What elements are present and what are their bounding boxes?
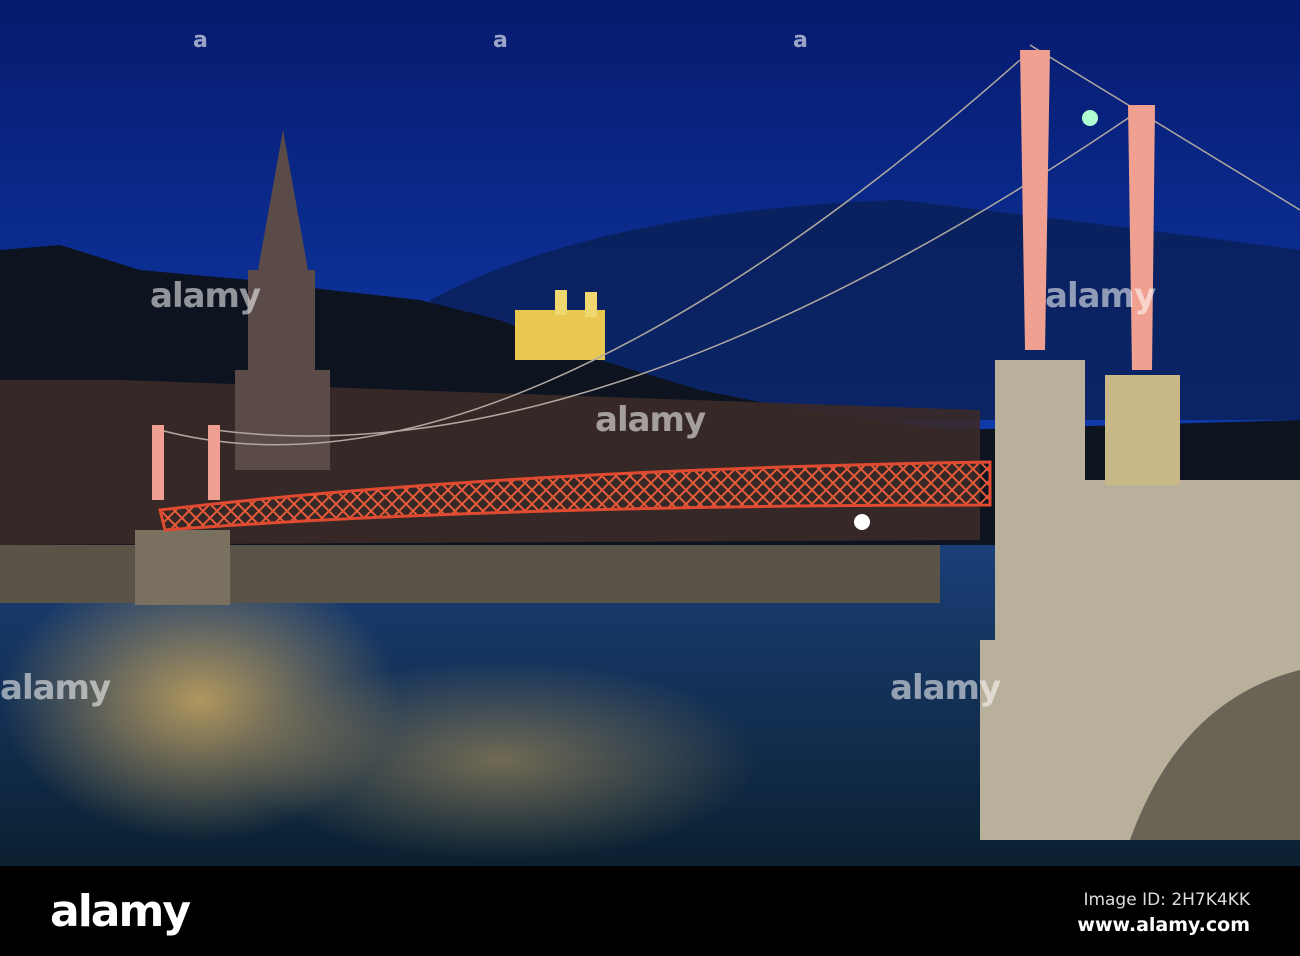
watermark-text: alamy bbox=[150, 276, 261, 316]
left-pylon bbox=[152, 425, 164, 500]
left-pier bbox=[135, 530, 230, 605]
lamp bbox=[854, 514, 870, 530]
pier-top bbox=[1105, 375, 1180, 485]
stock-photo: a a a alamy alamy alamy alamy alamy alam… bbox=[0, 0, 1300, 956]
watermark-text: alamy bbox=[1045, 276, 1156, 316]
watermark-mark: a bbox=[793, 28, 808, 53]
site-url: www.alamy.com bbox=[1077, 914, 1250, 936]
light-reflection bbox=[240, 660, 760, 860]
watermark-text: alamy bbox=[890, 668, 1001, 708]
watermark-text: alamy bbox=[0, 668, 111, 708]
left-pylon bbox=[208, 425, 220, 500]
watermark-mark: a bbox=[493, 28, 508, 53]
image-id: Image ID: 2H7K4KK bbox=[1083, 890, 1250, 910]
street-lamp bbox=[1082, 110, 1098, 126]
footer-bar: alamy Image ID: 2H7K4KK www.alamy.com bbox=[0, 866, 1300, 956]
alamy-logo: alamy bbox=[50, 886, 191, 937]
watermark-text: alamy bbox=[595, 400, 706, 440]
watermark-mark: a bbox=[193, 28, 208, 53]
right-pylon bbox=[1128, 105, 1155, 370]
